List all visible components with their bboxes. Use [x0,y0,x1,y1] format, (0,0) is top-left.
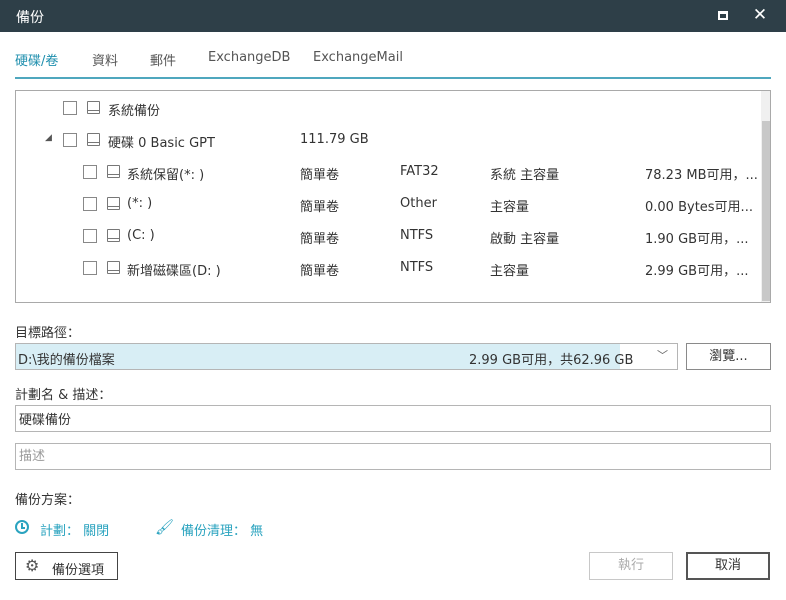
tree-row-partition[interactable]: 系統保留(*: ) 簡單卷 FAT32 系統 主容量 78.23 MB可用，..… [16,160,761,184]
row-space: 78.23 MB可用，... [645,168,758,183]
row-size: 111.79 GB [300,132,369,147]
destination-space: 2.99 GB可用，共62.96 GB [469,353,634,368]
tree-row-system-backup[interactable]: 系統備份 [16,96,761,120]
chevron-down-icon: ﹀ [657,349,668,362]
tab-mail[interactable]: 郵件 [150,50,176,69]
run-button[interactable]: 執行 [589,552,673,580]
close-button[interactable]: ✕ [749,4,771,26]
row-name: 系統備份 [108,104,161,119]
disk-icon [106,165,122,179]
row-space: 2.99 GB可用，... [645,264,749,279]
disk-icon [106,197,122,211]
row-space: 0.00 Bytes可用... [645,200,753,215]
row-name: (*: ) [127,196,153,211]
browse-button[interactable]: 瀏覽... [686,343,771,370]
checkbox[interactable] [63,133,77,147]
row-role: 主容量 [490,200,530,215]
row-filesystem: NTFS [400,228,434,243]
maximize-icon [718,11,728,20]
clock-icon [15,520,29,534]
disk-icon [106,229,122,243]
tree-row-disk-0[interactable]: ◢ 硬碟 0 Basic GPT 111.79 GB [16,128,761,152]
maximize-button[interactable] [712,4,734,26]
options-label: 備份選項 [52,563,105,578]
destination-dropdown[interactable]: D:\我的備份檔案 2.99 GB可用，共62.96 GB ﹀ [15,343,678,370]
brush-icon: 🖌 [155,518,175,536]
scrollbar-thumb[interactable] [762,121,770,301]
gear-icon: ⚙ [25,556,40,575]
collapse-arrow-icon[interactable]: ◢ [45,133,52,143]
row-name: 硬碟 0 Basic GPT [108,136,215,151]
checkbox[interactable] [83,197,97,211]
tree-row-partition[interactable]: 新增磁碟區(D: ) 簡單卷 NTFS 主容量 2.99 GB可用，... [16,256,761,280]
description-input[interactable] [15,443,771,470]
destination-path: D:\我的備份檔案 [18,353,115,368]
tree-row-partition[interactable]: (C: ) 簡單卷 NTFS 啟動 主容量 1.90 GB可用，... [16,224,761,248]
tab-files[interactable]: 資料 [92,50,118,69]
row-type: 簡單卷 [300,168,340,183]
tab-exchangedb[interactable]: ExchangeDB [208,50,290,65]
plan-name-input[interactable] [15,405,771,432]
row-filesystem: FAT32 [400,164,439,179]
disk-tree: 系統備份 ◢ 硬碟 0 Basic GPT 111.79 GB 系統保留(*: … [15,90,771,303]
title-bar: 備份 ✕ [0,0,786,32]
schedule-link[interactable]: 計劃： 關閉 [40,520,109,539]
row-name: 新增磁碟區(D: ) [127,264,221,279]
plan-label: 計劃名 & 描述： [15,388,112,403]
row-role: 系統 主容量 [490,168,560,183]
tab-exchangemail[interactable]: ExchangeMail [313,50,403,65]
row-space: 1.90 GB可用，... [645,232,749,247]
disk-icon [86,101,102,115]
row-role: 啟動 主容量 [490,232,560,247]
checkbox[interactable] [83,229,97,243]
row-name: 系統保留(*: ) [127,168,205,183]
cancel-button[interactable]: 取消 [686,552,770,580]
tab-bar: 硬碟/卷 資料 郵件 ExchangeDB ExchangeMail [15,48,771,79]
row-filesystem: NTFS [400,260,434,275]
disk-icon [106,261,122,275]
checkbox[interactable] [83,261,97,275]
tab-separator [15,77,771,79]
tab-label: 硬碟/卷 [15,54,59,69]
row-type: 簡單卷 [300,200,340,215]
scheme-label: 備份方案： [15,493,81,508]
tab-disk-volume[interactable]: 硬碟/卷 [15,50,59,79]
row-role: 主容量 [490,264,530,279]
tree-row-partition[interactable]: (*: ) 簡單卷 Other 主容量 0.00 Bytes可用... [16,192,761,216]
destination-label: 目標路徑： [15,326,81,341]
row-filesystem: Other [400,196,437,211]
disk-icon [86,133,102,147]
backup-options-button[interactable]: ⚙ 備份選項 [15,552,118,580]
row-type: 簡單卷 [300,264,340,279]
row-name: (C: ) [127,228,155,243]
checkbox[interactable] [83,165,97,179]
checkbox[interactable] [63,101,77,115]
window-title: 備份 [16,10,44,26]
row-type: 簡單卷 [300,232,340,247]
cleanup-link[interactable]: 備份清理： 無 [181,520,263,539]
